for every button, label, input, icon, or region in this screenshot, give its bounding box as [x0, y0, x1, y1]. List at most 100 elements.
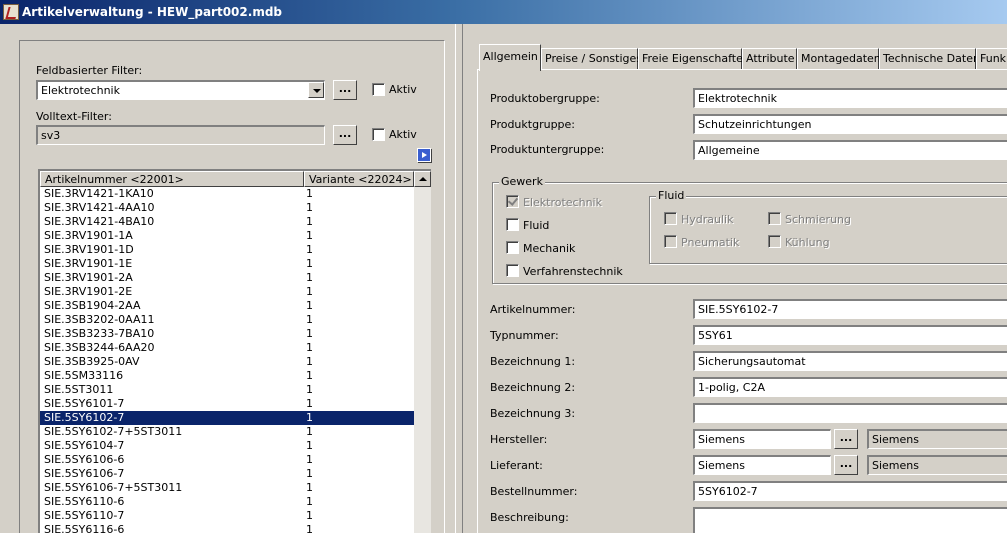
gewerk-legend: Gewerk: [499, 175, 545, 188]
table-row[interactable]: SIE.5ST3011 1: [40, 383, 414, 397]
mechanik-checkbox[interactable]: [506, 241, 519, 254]
verfahrenstechnik-label: Verfahrenstechnik: [523, 265, 623, 278]
bezeichnung2-field[interactable]: 1-polig, C2A: [693, 377, 1007, 397]
text-filter-ellipsis-button[interactable]: ...: [333, 125, 357, 145]
tab-funk[interactable]: Funk: [976, 48, 1007, 70]
schmierung-checkbox[interactable]: [768, 212, 781, 225]
hydraulik-label: Hydraulik: [681, 213, 734, 226]
cell-variante: 1: [306, 229, 313, 242]
text-filter-active-checkbox[interactable]: [372, 128, 385, 141]
elektrotechnik-checkbox[interactable]: [506, 195, 519, 208]
bestellnummer-field[interactable]: 5SY6102-7: [693, 481, 1007, 501]
text-filter-input[interactable]: sv3: [36, 125, 325, 145]
tab-attribute[interactable]: Attribute: [742, 48, 797, 70]
field-filter-ellipsis-button[interactable]: ...: [333, 80, 357, 100]
cell-variante: 1: [306, 313, 313, 326]
table-row[interactable]: SIE.5SY6116-6 1: [40, 523, 414, 533]
hydraulik-checkbox[interactable]: [664, 212, 677, 225]
cell-variante: 1: [306, 509, 313, 522]
scroll-up-icon[interactable]: [414, 171, 431, 187]
table-row[interactable]: SIE.3RV1901-1D 1: [40, 243, 414, 257]
tab-montagedaten[interactable]: Montagedaten: [797, 48, 881, 70]
table-row[interactable]: SIE.5SY6102-7+5ST3011 1: [40, 425, 414, 439]
cell-variante: 1: [306, 411, 313, 424]
cell-artikelnummer: SIE.3RV1421-4AA10: [44, 201, 155, 214]
fluid-group: Fluid: [649, 189, 1007, 264]
window-title: Artikelverwaltung - HEW_part002.mdb: [22, 5, 282, 19]
artikelnummer-field[interactable]: SIE.5SY6102-7: [693, 299, 1007, 319]
table-row[interactable]: SIE.3SB3233-7BA10 1: [40, 327, 414, 341]
produktgruppe-field[interactable]: Schutzeinrichtungen: [693, 114, 1007, 134]
artikelnummer-label: Artikelnummer:: [490, 303, 576, 316]
cell-artikelnummer: SIE.3RV1901-2A: [44, 271, 133, 284]
column-header-artikelnummer[interactable]: Artikelnummer <22001>: [40, 171, 304, 187]
table-row[interactable]: SIE.5SY6110-6 1: [40, 495, 414, 509]
cell-artikelnummer: SIE.3SB1904-2AA: [44, 299, 141, 312]
vertical-scrollbar[interactable]: [414, 171, 431, 533]
fluid-checkbox[interactable]: [506, 218, 519, 231]
produktuntergruppe-label: Produktuntergruppe:: [490, 143, 605, 156]
lieferant-ellipsis-button[interactable]: ...: [834, 455, 858, 475]
hersteller-ellipsis-button[interactable]: ...: [834, 429, 858, 449]
panel-splitter[interactable]: [455, 24, 463, 533]
table-row[interactable]: SIE.3RV1901-1E 1: [40, 257, 414, 271]
tab-freie-eigenschaften[interactable]: Freie Eigenschaften: [638, 48, 750, 70]
table-row[interactable]: SIE.3SB3244-6AA20 1: [40, 341, 414, 355]
hersteller-name-field: Siemens: [867, 429, 1007, 449]
table-row[interactable]: SIE.3SB1904-2AA 1: [40, 299, 414, 313]
cell-variante: 1: [306, 285, 313, 298]
table-row[interactable]: SIE.3RV1421-4AA10 1: [40, 201, 414, 215]
table-row[interactable]: SIE.5SY6110-7 1: [40, 509, 414, 523]
produktobergruppe-label: Produktobergruppe:: [490, 92, 600, 105]
cell-variante: 1: [306, 187, 313, 200]
field-filter-active-checkbox[interactable]: [372, 83, 385, 96]
tab-technische-daten[interactable]: Technische Daten: [879, 48, 980, 70]
bezeichnung3-field[interactable]: [693, 403, 1007, 423]
play-arrow-icon[interactable]: [417, 148, 431, 162]
produktuntergruppe-field[interactable]: Allgemeine: [693, 140, 1007, 160]
pneumatik-checkbox[interactable]: [664, 235, 677, 248]
table-row[interactable]: SIE.3RV1901-2A 1: [40, 271, 414, 285]
lieferant-field[interactable]: Siemens: [693, 455, 831, 475]
fluid-legend: Fluid: [656, 189, 687, 202]
kuehlung-checkbox[interactable]: [768, 235, 781, 248]
table-row[interactable]: SIE.3RV1421-1KA10 1: [40, 187, 414, 201]
cell-variante: 1: [306, 201, 313, 214]
cell-variante: 1: [306, 257, 313, 270]
lieferant-label: Lieferant:: [490, 459, 543, 472]
cell-artikelnummer: SIE.5SY6106-6: [44, 453, 125, 466]
table-row[interactable]: SIE.5SY6106-6 1: [40, 453, 414, 467]
cell-artikelnummer: SIE.3RV1901-1A: [44, 229, 133, 242]
typnummer-field[interactable]: 5SY61: [693, 325, 1007, 345]
bezeichnung1-field[interactable]: Sicherungsautomat: [693, 351, 1007, 371]
produktobergruppe-field[interactable]: Elektrotechnik: [693, 88, 1007, 108]
tab-allgemein[interactable]: Allgemein: [479, 44, 541, 71]
cell-artikelnummer: SIE.5SM33116: [44, 369, 124, 382]
tab-preise-sonstiges[interactable]: Preise / Sonstiges: [541, 48, 642, 70]
table-row[interactable]: SIE.5SY6101-7 1: [40, 397, 414, 411]
column-header-variante[interactable]: Variante <22024>: [304, 171, 414, 187]
table-row[interactable]: SIE.3RV1901-1A 1: [40, 229, 414, 243]
table-row[interactable]: SIE.5SM33116 1: [40, 369, 414, 383]
cell-variante: 1: [306, 383, 313, 396]
schmierung-label: Schmierung: [785, 213, 851, 226]
cell-artikelnummer: SIE.3SB3925-0AV: [44, 355, 140, 368]
cell-variante: 1: [306, 341, 313, 354]
app-icon[interactable]: [3, 4, 19, 20]
table-row[interactable]: SIE.3SB3202-0AA11 1: [40, 313, 414, 327]
table-row[interactable]: SIE.3SB3925-0AV 1: [40, 355, 414, 369]
table-row[interactable]: SIE.5SY6102-7 1: [40, 411, 414, 425]
beschreibung-field[interactable]: [693, 507, 1007, 533]
table-row[interactable]: SIE.5SY6106-7 1: [40, 467, 414, 481]
hersteller-field[interactable]: Siemens: [693, 429, 831, 449]
cell-artikelnummer: SIE.5SY6102-7+5ST3011: [44, 425, 183, 438]
chevron-down-icon[interactable]: [308, 82, 324, 98]
verfahrenstechnik-checkbox[interactable]: [506, 264, 519, 277]
table-row[interactable]: SIE.5SY6104-7 1: [40, 439, 414, 453]
cell-artikelnummer: SIE.3SB3244-6AA20: [44, 341, 155, 354]
article-list[interactable]: Artikelnummer <22001> Variante <22024> S…: [38, 169, 431, 533]
field-filter-combo[interactable]: Elektrotechnik: [36, 80, 325, 100]
table-row[interactable]: SIE.5SY6106-7+5ST3011 1: [40, 481, 414, 495]
table-row[interactable]: SIE.3RV1421-4BA10 1: [40, 215, 414, 229]
table-row[interactable]: SIE.3RV1901-2E 1: [40, 285, 414, 299]
